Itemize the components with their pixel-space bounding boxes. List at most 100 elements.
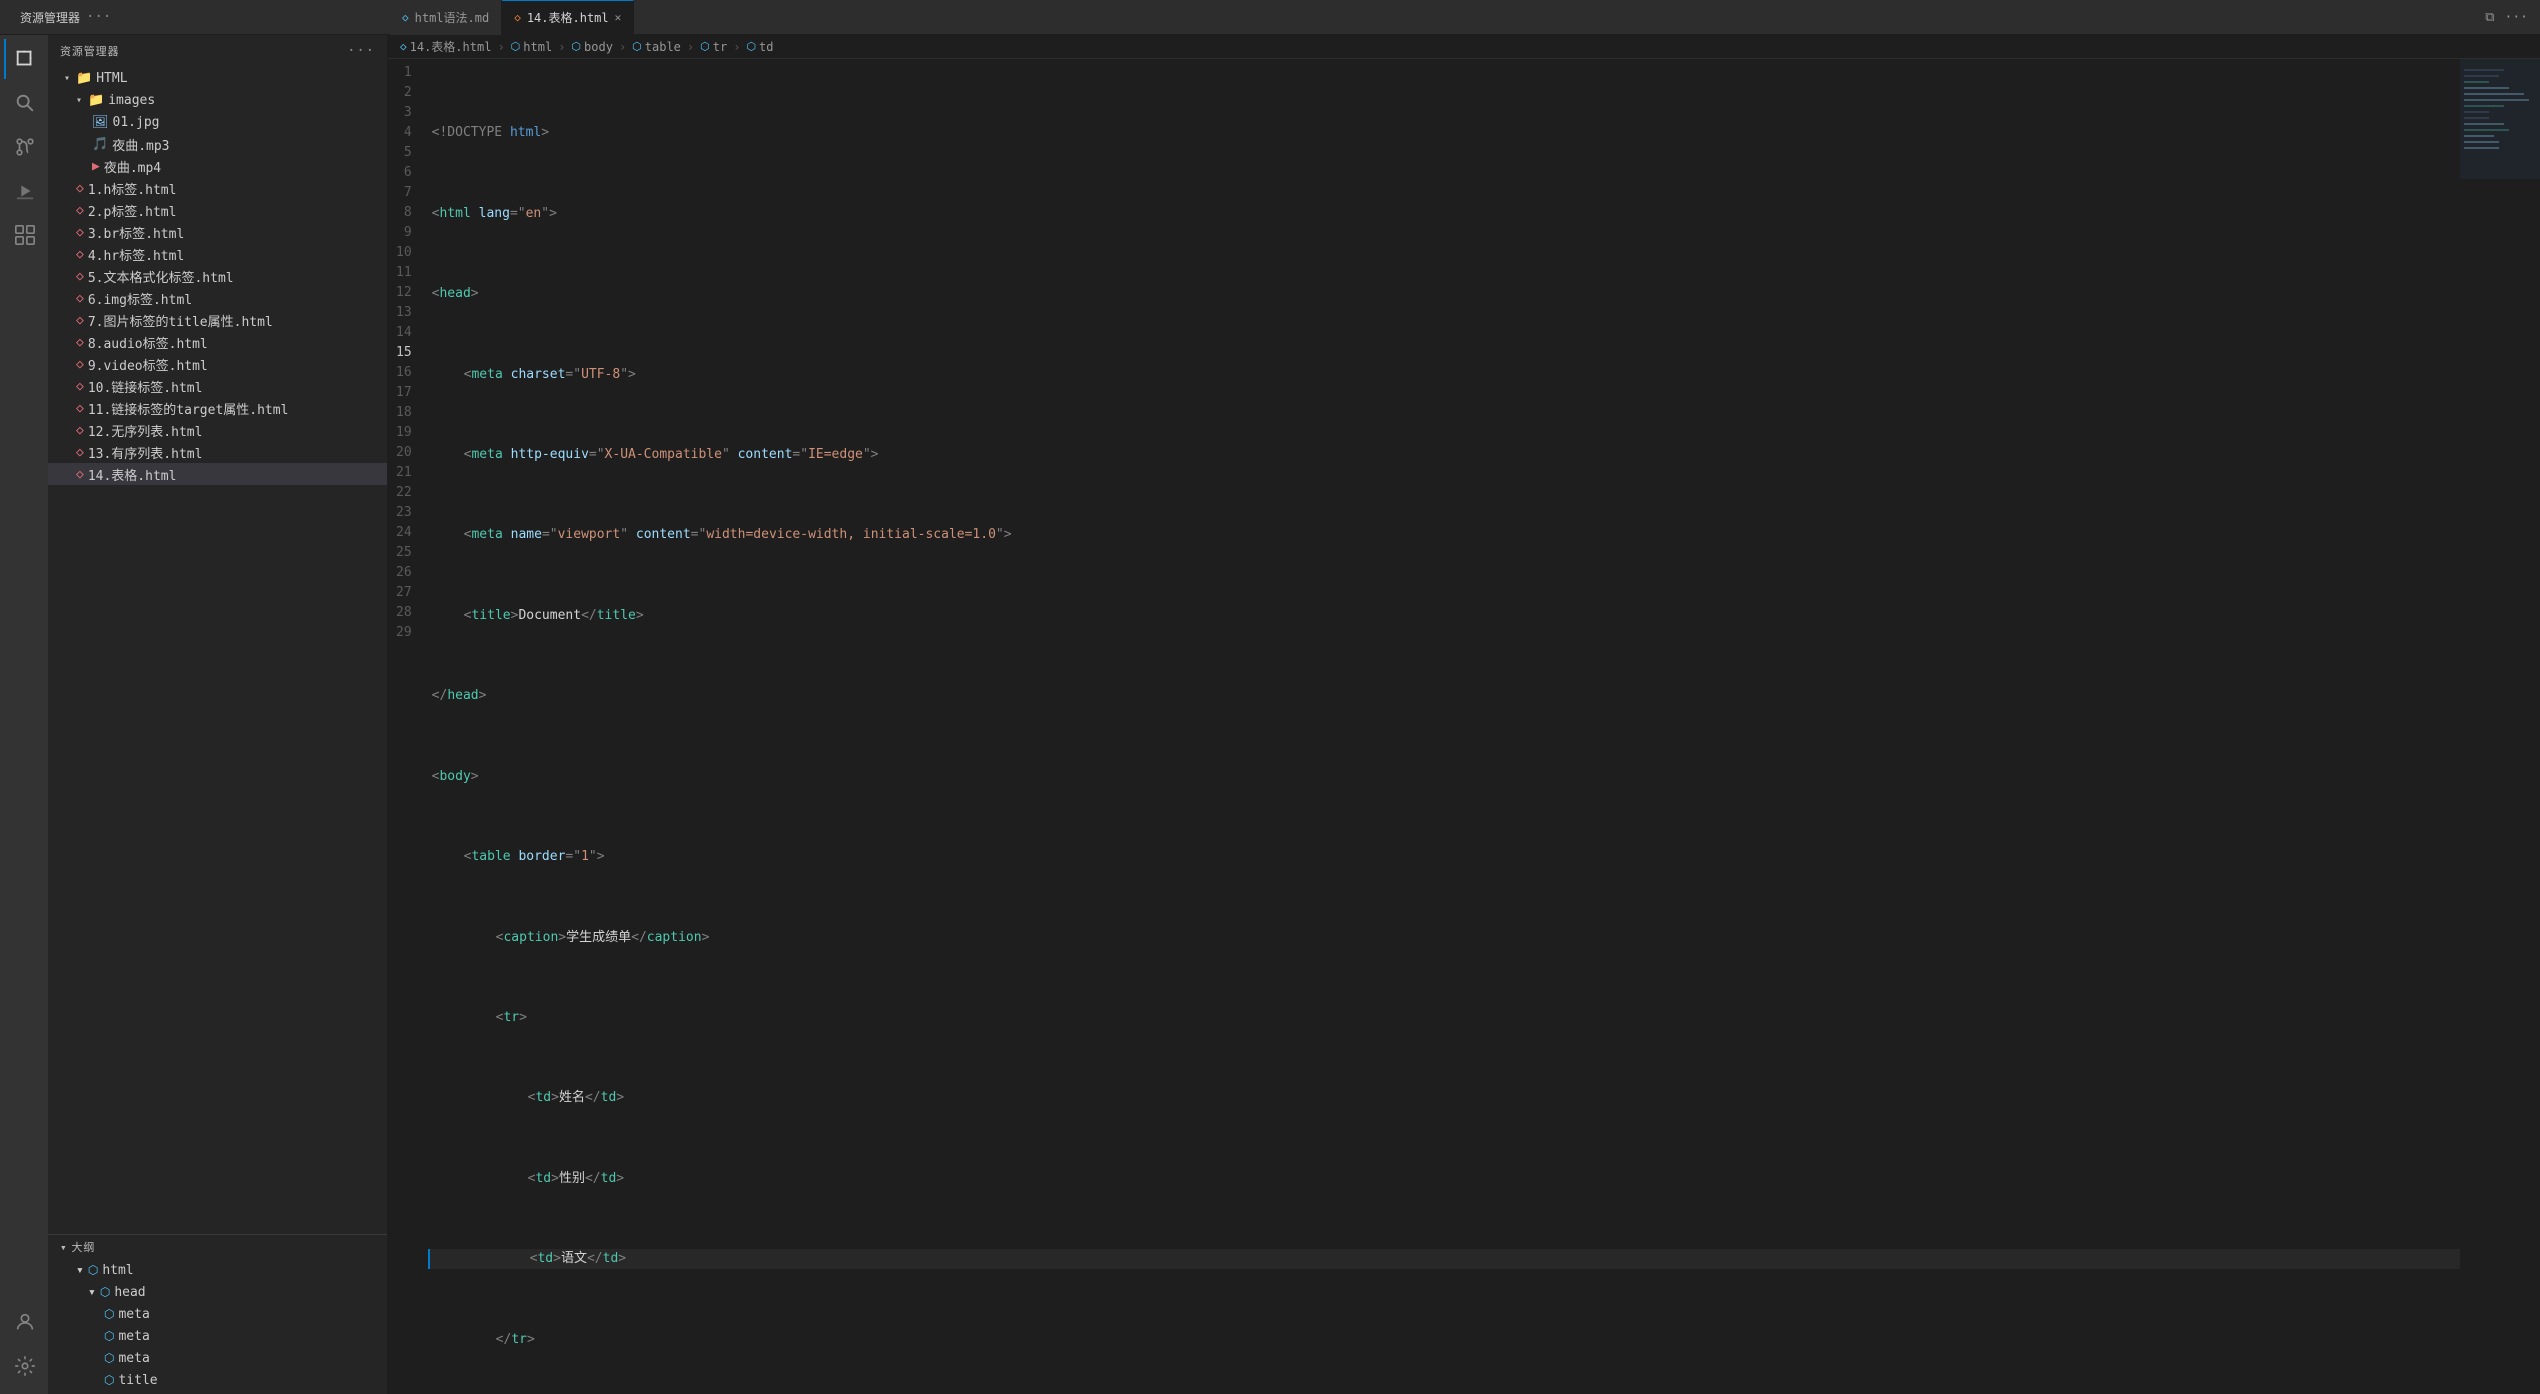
line-number: 8 xyxy=(396,203,412,223)
chevron-down-icon: ▾ xyxy=(76,1263,84,1278)
outline-item-head[interactable]: ▾ ⬡ head xyxy=(48,1281,387,1303)
outline-item-meta1[interactable]: ⬡ meta xyxy=(48,1303,387,1325)
element-icon: ⬡ xyxy=(104,1307,114,1321)
line-number: 19 xyxy=(396,423,412,443)
tree-item-label: HTML xyxy=(96,71,127,86)
breadcrumb-file-label: 14.表格.html xyxy=(410,38,492,55)
sidebar-more-button[interactable]: ··· xyxy=(347,43,375,59)
tree-file-01jpg[interactable]: 🖼 01.jpg xyxy=(48,111,387,133)
breadcrumb-table[interactable]: ⬡ table xyxy=(632,40,681,54)
code-line-10: <table border="1"> xyxy=(428,847,2460,867)
breadcrumb-separator: › xyxy=(497,40,504,54)
outline-item-title[interactable]: ⬡ title xyxy=(48,1369,387,1391)
tree-file-2[interactable]: ◇ 2.p标签.html xyxy=(48,199,387,221)
line-number: 6 xyxy=(396,163,412,183)
line-number: 12 xyxy=(396,283,412,303)
tree-file-mp4[interactable]: ▶ 夜曲.mp4 xyxy=(48,155,387,177)
breadcrumb-html-label: html xyxy=(523,40,552,54)
chevron-down-icon: ▾ xyxy=(76,95,82,106)
editor-area: ◇ 14.表格.html › ⬡ html › ⬡ body › ⬡ table… xyxy=(388,35,2540,1394)
tab-table-close-button[interactable]: ✕ xyxy=(615,11,622,24)
outline-section: ▾ 大纲 ▾ ⬡ html ▾ ⬡ head ⬡ meta xyxy=(48,1234,387,1394)
outline-item-html[interactable]: ▾ ⬡ html xyxy=(48,1259,387,1281)
activity-item-account[interactable] xyxy=(4,1302,44,1342)
activity-item-run[interactable] xyxy=(4,171,44,211)
tree-file-3[interactable]: ◇ 3.br标签.html xyxy=(48,221,387,243)
tree-item-label: 夜曲.mp3 xyxy=(112,135,169,154)
tab-bar: ◇ html语法.md ◇ 14.表格.html ✕ xyxy=(390,0,2473,35)
code-line-16: </tr> xyxy=(428,1330,2460,1350)
code-line-5: <meta http-equiv="X-UA-Compatible" conte… xyxy=(428,445,2460,465)
tab-html-grammar-label: html语法.md xyxy=(415,9,490,26)
tree-file-8[interactable]: ◇ 8.audio标签.html xyxy=(48,331,387,353)
breadcrumb-separator: › xyxy=(687,40,694,54)
chevron-down-icon: ▾ xyxy=(60,1241,68,1254)
line-numbers: 1 2 3 4 5 6 7 8 9 10 11 12 13 14 15 16 1… xyxy=(388,59,428,1394)
breadcrumb-tr[interactable]: ⬡ tr xyxy=(700,40,727,54)
tree-file-11[interactable]: ◇ 11.链接标签的target属性.html xyxy=(48,397,387,419)
tree-item-label: 14.表格.html xyxy=(88,465,177,484)
breadcrumb-td[interactable]: ⬡ td xyxy=(746,40,773,54)
code-editor[interactable]: 1 2 3 4 5 6 7 8 9 10 11 12 13 14 15 16 1… xyxy=(388,59,2540,1394)
activity-item-git[interactable] xyxy=(4,127,44,167)
tree-item-label: 1.h标签.html xyxy=(88,179,177,198)
tree-file-12[interactable]: ◇ 12.无序列表.html xyxy=(48,419,387,441)
tree-folder-html[interactable]: ▾ 📁 HTML xyxy=(48,67,387,89)
tree-item-label: 12.无序列表.html xyxy=(88,421,203,440)
breadcrumb-file[interactable]: ◇ 14.表格.html xyxy=(400,38,491,55)
line-number: 14 xyxy=(396,323,412,343)
split-editor-icon[interactable]: ⧉ xyxy=(2485,10,2494,25)
line-number: 18 xyxy=(396,403,412,423)
outline-item-label: meta xyxy=(118,1351,149,1366)
tab-table-html[interactable]: ◇ 14.表格.html ✕ xyxy=(502,0,634,35)
outline-header[interactable]: ▾ 大纲 xyxy=(48,1235,387,1259)
activity-item-settings[interactable] xyxy=(4,1346,44,1386)
tree-item-label: 10.链接标签.html xyxy=(88,377,203,396)
tree-file-6[interactable]: ◇ 6.img标签.html xyxy=(48,287,387,309)
activity-item-extensions[interactable] xyxy=(4,215,44,255)
tree-file-1[interactable]: ◇ 1.h标签.html xyxy=(48,177,387,199)
tree-file-10[interactable]: ◇ 10.链接标签.html xyxy=(48,375,387,397)
html-file-icon: ◇ xyxy=(76,423,84,438)
tree-file-5[interactable]: ◇ 5.文本格式化标签.html xyxy=(48,265,387,287)
breadcrumb-body[interactable]: ⬡ body xyxy=(571,40,613,54)
tab-html-grammar[interactable]: ◇ html语法.md xyxy=(390,0,502,35)
outline-item-label: meta xyxy=(118,1307,149,1322)
html-file-icon: ◇ xyxy=(76,445,84,460)
audio-file-icon: 🎵 xyxy=(92,137,108,152)
tree-file-mp3[interactable]: 🎵 夜曲.mp3 xyxy=(48,133,387,155)
tree-file-13[interactable]: ◇ 13.有序列表.html xyxy=(48,441,387,463)
tree-file-14[interactable]: ◇ 14.表格.html xyxy=(48,463,387,485)
tab-table-label: 14.表格.html xyxy=(527,9,609,26)
element-icon: ⬡ xyxy=(104,1373,114,1387)
tree-folder-images[interactable]: ▾ 📁 images xyxy=(48,89,387,111)
code-line-14: <td>性别</td> xyxy=(428,1169,2460,1189)
activity-item-search[interactable] xyxy=(4,83,44,123)
sidebar: 资源管理器 ··· ▾ 📁 HTML ▾ 📁 images 🖼 01 xyxy=(48,35,388,1394)
html-file-icon: ◇ xyxy=(76,313,84,328)
more-actions-icon[interactable]: ··· xyxy=(2505,10,2528,25)
code-content[interactable]: <!DOCTYPE html> <html lang="en"> <head> … xyxy=(428,59,2460,1394)
html-file-icon: ◇ xyxy=(76,401,84,416)
element-icon: ⬡ xyxy=(511,40,521,53)
element-icon: ⬡ xyxy=(88,1263,98,1277)
line-number: 20 xyxy=(396,443,412,463)
tree-item-label: 4.hr标签.html xyxy=(88,245,184,264)
outline-item-meta3[interactable]: ⬡ meta xyxy=(48,1347,387,1369)
line-number: 7 xyxy=(396,183,412,203)
outline-item-meta2[interactable]: ⬡ meta xyxy=(48,1325,387,1347)
tree-file-9[interactable]: ◇ 9.video标签.html xyxy=(48,353,387,375)
code-line-11: <caption>学生成绩单</caption> xyxy=(428,928,2460,948)
outline-title: 大纲 xyxy=(72,1239,96,1255)
breadcrumb-html[interactable]: ⬡ html xyxy=(511,40,553,54)
html-file-icon: ◇ xyxy=(76,181,84,196)
more-options-icon[interactable]: ··· xyxy=(86,9,111,25)
activity-item-explorer[interactable] xyxy=(4,39,44,79)
code-line-15: <td>语文</td> xyxy=(428,1249,2460,1269)
code-line-2: <html lang="en"> xyxy=(428,204,2460,224)
image-file-icon: 🖼 xyxy=(92,115,109,130)
tree-file-7[interactable]: ◇ 7.图片标签的title属性.html xyxy=(48,309,387,331)
html-file-icon: ◇ xyxy=(76,291,84,306)
tree-item-label: 01.jpg xyxy=(113,115,160,130)
tree-file-4[interactable]: ◇ 4.hr标签.html xyxy=(48,243,387,265)
